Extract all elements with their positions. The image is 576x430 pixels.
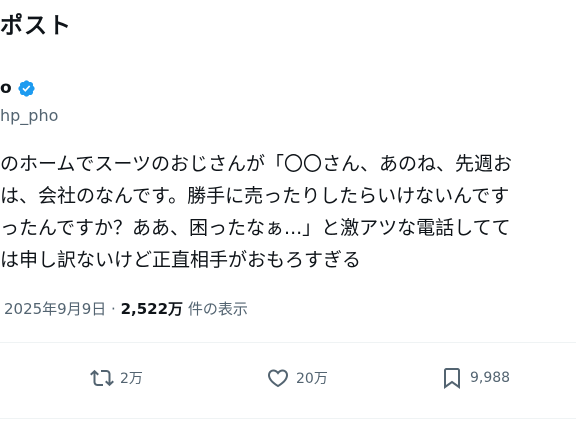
action-bar: 2万 20万 9,988 — [0, 366, 576, 392]
author-row[interactable]: o — [0, 78, 36, 98]
heart-icon — [266, 366, 290, 390]
page-title: ポスト — [0, 13, 72, 39]
view-count: 2,522万 — [120, 300, 184, 318]
divider — [0, 418, 576, 419]
post-text-line: は、会社のなんです。勝手に売ったりしたらいけないんです — [0, 185, 510, 207]
like-count: 20万 — [296, 371, 328, 387]
bookmark-icon — [440, 366, 464, 390]
verified-badge-icon — [17, 79, 36, 98]
post-text-line: は申し訳ないけど正直相手がおもろすぎる — [0, 249, 362, 271]
divider — [0, 342, 576, 343]
retweet-icon — [90, 366, 114, 390]
author-display-name[interactable]: o — [0, 78, 12, 98]
view-count-label[interactable]: 件の表示 — [188, 300, 248, 318]
post-meta: 2025年9月9日 · 2,522万 件の表示 — [4, 298, 248, 319]
like-button[interactable]: 20万 — [266, 366, 328, 390]
post-date[interactable]: 2025年9月9日 — [4, 300, 106, 318]
post-text-line: ったんですか？ああ、困ったなぁ...」と激アツな電話してて — [0, 217, 511, 239]
post-text-line: のホームでスーツのおじさんが「〇〇さん、あのね、先週お — [0, 153, 513, 175]
bookmark-button[interactable]: 9,988 — [440, 366, 510, 390]
bookmark-count: 9,988 — [470, 370, 511, 386]
retweet-button[interactable]: 2万 — [90, 366, 143, 390]
author-handle[interactable]: hp_pho — [0, 106, 58, 125]
retweet-count: 2万 — [120, 371, 143, 387]
post-text: のホームでスーツのおじさんが「〇〇さん、あのね、先週お は、会社のなんです。勝手… — [0, 148, 576, 276]
meta-separator: · — [111, 300, 116, 318]
